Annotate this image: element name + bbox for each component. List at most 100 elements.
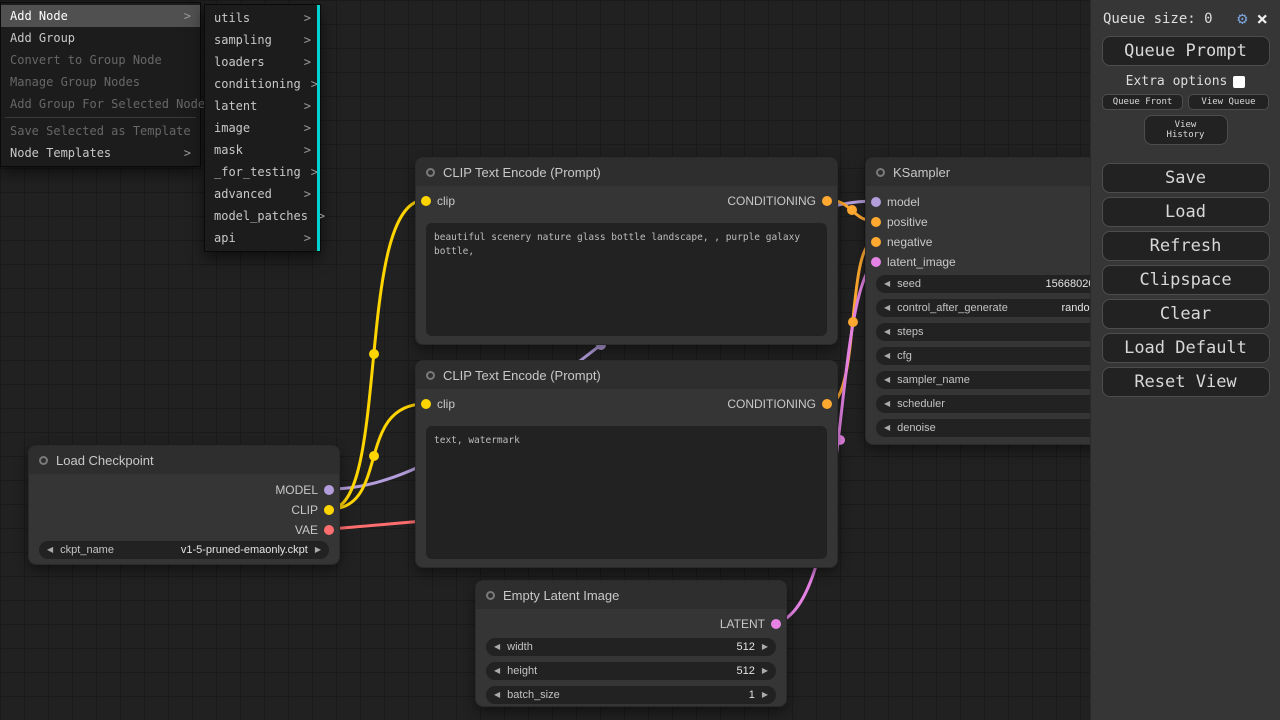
widget-ckpt-name[interactable]: ◀ ckpt_name v1-5-pruned-emaonly.ckpt ▶ — [39, 541, 329, 559]
decrement-arrow-icon[interactable]: ◀ — [884, 275, 890, 293]
decrement-arrow-icon[interactable]: ◀ — [884, 395, 890, 413]
submenu-item-utils[interactable]: utils > — [205, 7, 320, 29]
menu-item-label: Save Selected as Template — [10, 120, 191, 142]
input-slot-clip[interactable]: clip — [421, 191, 455, 211]
submenu-item-sampling[interactable]: sampling > — [205, 29, 320, 51]
node-clip-text-encode-2[interactable]: CLIP Text Encode (Prompt) clip CONDITION… — [415, 360, 838, 568]
submenu-item-conditioning[interactable]: conditioning > — [205, 73, 320, 95]
input-slot-model[interactable]: model — [871, 192, 920, 212]
menu-item-node-templates[interactable]: Node Templates > — [1, 142, 200, 164]
output-slot-vae[interactable]: VAE — [295, 520, 334, 540]
submenu-item-api[interactable]: api > — [205, 227, 320, 249]
collapse-dot-icon[interactable] — [426, 371, 435, 380]
widget-width[interactable]: ◀ width 512 ▶ — [486, 638, 776, 656]
node-header[interactable]: Load Checkpoint — [29, 446, 339, 474]
decrement-arrow-icon[interactable]: ◀ — [884, 419, 890, 437]
node-graph-canvas[interactable]: CLIP Text Encode (Prompt) clip CONDITION… — [0, 0, 1280, 720]
load-default-button[interactable]: Load Default — [1102, 333, 1270, 363]
output-slot-conditioning[interactable]: CONDITIONING — [727, 394, 832, 414]
extra-options-checkbox[interactable] — [1233, 76, 1245, 88]
input-dot-latent-image[interactable] — [871, 257, 881, 267]
queue-prompt-button[interactable]: Queue Prompt — [1102, 36, 1270, 66]
input-slot-positive[interactable]: positive — [871, 212, 928, 232]
input-dot-positive[interactable] — [871, 217, 881, 227]
input-slot-negative[interactable]: negative — [871, 232, 932, 252]
input-dot-model[interactable] — [871, 197, 881, 207]
submenu-item-for-testing[interactable]: _for_testing > — [205, 161, 320, 183]
submenu-item-image[interactable]: image > — [205, 117, 320, 139]
menu-item-label: model_patches — [214, 205, 308, 227]
menu-item-label: conditioning — [214, 73, 301, 95]
submenu-item-latent[interactable]: latent > — [205, 95, 320, 117]
input-dot-clip[interactable] — [421, 399, 431, 409]
output-dot-clip[interactable] — [324, 505, 334, 515]
output-dot-conditioning[interactable] — [822, 399, 832, 409]
submenu-arrow-icon: > — [304, 227, 311, 249]
decrement-arrow-icon[interactable]: ◀ — [884, 299, 890, 317]
menu-item-add-group-for-selected-nodes: Add Group For Selected Nodes — [1, 93, 200, 115]
submenu-scrollbar[interactable] — [317, 5, 320, 251]
node-header[interactable]: CLIP Text Encode (Prompt) — [416, 158, 837, 186]
node-empty-latent-image[interactable]: Empty Latent Image LATENT ◀ width 512 ▶ … — [475, 580, 787, 707]
node-header[interactable]: CLIP Text Encode (Prompt) — [416, 361, 837, 389]
collapse-dot-icon[interactable] — [876, 168, 885, 177]
node-load-checkpoint[interactable]: Load Checkpoint MODEL CLIP VAE ◀ ckpt_na… — [28, 445, 340, 565]
submenu-item-mask[interactable]: mask > — [205, 139, 320, 161]
collapse-dot-icon[interactable] — [486, 591, 495, 600]
menu-item-add-group[interactable]: Add Group — [1, 27, 200, 49]
collapse-dot-icon[interactable] — [39, 456, 48, 465]
view-queue-button[interactable]: View Queue — [1188, 94, 1269, 110]
input-dot-clip[interactable] — [421, 196, 431, 206]
comfy-menu-panel: Queue size: 0 ⚙ × Queue Prompt Extra opt… — [1090, 0, 1280, 720]
submenu-item-model-patches[interactable]: model_patches > — [205, 205, 320, 227]
output-slot-latent[interactable]: LATENT — [720, 614, 781, 634]
output-slot-conditioning[interactable]: CONDITIONING — [727, 191, 832, 211]
next-option-arrow-icon[interactable]: ▶ — [315, 541, 321, 559]
node-clip-text-encode-1[interactable]: CLIP Text Encode (Prompt) clip CONDITION… — [415, 157, 838, 345]
prev-option-arrow-icon[interactable]: ◀ — [47, 541, 53, 559]
clipspace-button[interactable]: Clipspace — [1102, 265, 1270, 295]
decrement-arrow-icon[interactable]: ◀ — [884, 323, 890, 341]
save-button[interactable]: Save — [1102, 163, 1270, 193]
reset-view-button[interactable]: Reset View — [1102, 367, 1270, 397]
collapse-dot-icon[interactable] — [426, 168, 435, 177]
output-slot-model[interactable]: MODEL — [275, 480, 334, 500]
output-dot-conditioning[interactable] — [822, 196, 832, 206]
output-dot-latent[interactable] — [771, 619, 781, 629]
submenu-item-advanced[interactable]: advanced > — [205, 183, 320, 205]
menu-item-add-node[interactable]: Add Node > — [1, 5, 200, 27]
output-slot-clip[interactable]: CLIP — [291, 500, 334, 520]
load-button[interactable]: Load — [1102, 197, 1270, 227]
prompt-text-widget[interactable]: text, watermark — [426, 426, 827, 559]
node-header[interactable]: Empty Latent Image — [476, 581, 786, 609]
menu-item-label: utils — [214, 7, 250, 29]
slot-label: clip — [437, 194, 455, 208]
widget-label: control_after_generate — [897, 302, 1008, 314]
decrement-arrow-icon[interactable]: ◀ — [494, 638, 500, 656]
clear-button[interactable]: Clear — [1102, 299, 1270, 329]
widget-height[interactable]: ◀ height 512 ▶ — [486, 662, 776, 680]
input-slot-clip[interactable]: clip — [421, 394, 455, 414]
increment-arrow-icon[interactable]: ▶ — [762, 638, 768, 656]
refresh-button[interactable]: Refresh — [1102, 231, 1270, 261]
input-dot-negative[interactable] — [871, 237, 881, 247]
widget-label: width — [507, 641, 533, 653]
decrement-arrow-icon[interactable]: ◀ — [494, 662, 500, 680]
output-dot-model[interactable] — [324, 485, 334, 495]
decrement-arrow-icon[interactable]: ◀ — [884, 371, 890, 389]
submenu-item-loaders[interactable]: loaders > — [205, 51, 320, 73]
output-dot-vae[interactable] — [324, 525, 334, 535]
widget-batch-size[interactable]: ◀ batch_size 1 ▶ — [486, 686, 776, 704]
increment-arrow-icon[interactable]: ▶ — [762, 686, 768, 704]
sidebar-button-stack: Save Load Refresh Clipspace Clear Load D… — [1091, 163, 1280, 397]
settings-gear-icon[interactable]: ⚙ — [1237, 9, 1247, 29]
decrement-arrow-icon[interactable]: ◀ — [494, 686, 500, 704]
view-history-button[interactable]: View History — [1144, 115, 1228, 145]
queue-front-button[interactable]: Queue Front — [1102, 94, 1183, 110]
menu-item-label: Manage Group Nodes — [10, 71, 140, 93]
close-icon[interactable]: × — [1257, 11, 1268, 27]
input-slot-latent-image[interactable]: latent_image — [871, 252, 956, 272]
decrement-arrow-icon[interactable]: ◀ — [884, 347, 890, 365]
increment-arrow-icon[interactable]: ▶ — [762, 662, 768, 680]
prompt-text-widget[interactable]: beautiful scenery nature glass bottle la… — [426, 223, 827, 336]
